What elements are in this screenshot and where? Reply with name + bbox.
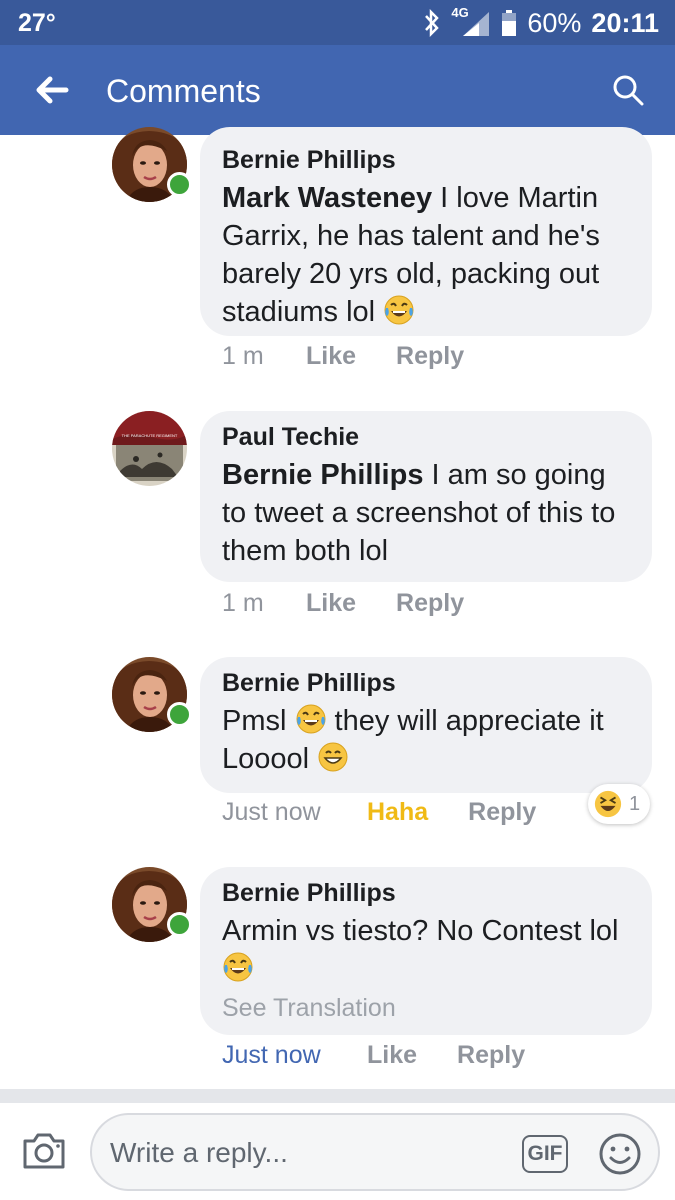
avatar[interactable] [112,657,192,732]
comment-body: Armin vs tiesto? No Contest lol [222,915,619,947]
gif-button[interactable]: GIF [522,1135,568,1173]
comment-author[interactable]: Bernie Phillips [222,878,630,908]
page-title: Comments [106,73,261,109]
tears-of-joy-emoji-icon [295,703,327,735]
avatar-caption: THE PARACHUTE REGIMENT [121,433,178,438]
comment-time: 1 m [222,589,264,617]
mention-link[interactable]: Mark Wasteney [222,182,432,214]
haha-emoji-icon [594,790,622,818]
comment-time: 1 m [222,342,264,370]
status-bar: 27° 4G 60% 20:11 [0,0,675,45]
reply-button[interactable]: Reply [396,589,464,618]
reply-input[interactable] [110,1135,510,1171]
camera-button[interactable] [20,1129,68,1173]
comment-text: Armin vs tiesto? No Contest lol [222,912,630,988]
see-translation-link[interactable]: See Translation [222,994,630,1023]
signal-icon: 4G [451,5,491,38]
comment-author[interactable]: Bernie Phillips [222,145,630,175]
comment-time: Just now [222,1041,321,1069]
haha-reaction-button[interactable]: Haha [367,798,428,827]
reaction-summary[interactable]: 1 [588,784,650,824]
avatar-image: THE PARACHUTE REGIMENT [112,411,187,486]
mention-link[interactable]: Bernie Phillips [222,459,423,491]
comment-actions: Just now Like Reply [222,1041,565,1070]
status-time: 20:11 [591,7,659,38]
comment-text: Mark Wasteney I love Martin Garrix, he h… [222,179,630,331]
comment-author[interactable]: Bernie Phillips [222,668,630,698]
comment-actions: Just now Haha Reply [222,798,576,827]
comment-bubble[interactable]: Bernie Phillips Pmsl they will appreciat… [200,657,652,793]
app-bar: Comments [0,45,675,135]
back-arrow-icon [36,76,69,104]
avatar[interactable] [112,127,192,202]
like-button[interactable]: Like [306,342,356,371]
comment-text: Bernie Phillips I am so going to tweet a… [222,456,630,570]
reply-button[interactable]: Reply [396,342,464,371]
camera-icon [23,1133,65,1169]
composer-divider [0,1089,675,1103]
avatar[interactable] [112,867,192,942]
comment-actions: 1 m Like Reply [222,342,504,371]
grinning-emoji-icon [317,741,349,773]
emoji-button[interactable] [598,1132,642,1176]
avatar[interactable]: THE PARACHUTE REGIMENT [112,411,187,486]
online-indicator [167,912,192,937]
search-button[interactable] [611,73,647,109]
like-button[interactable]: Like [306,589,356,618]
comment-time: Just now [222,798,321,826]
like-button[interactable]: Like [367,1041,417,1070]
online-indicator [167,172,192,197]
smiley-icon [599,1133,641,1175]
comment-bubble[interactable]: Bernie Phillips Mark Wasteney I love Mar… [200,127,652,336]
search-icon [613,75,644,106]
battery-level: 60% [527,7,582,38]
bluetooth-icon [423,9,441,37]
reply-composer: GIF [0,1103,675,1200]
reply-button[interactable]: Reply [468,798,536,827]
reply-button[interactable]: Reply [457,1041,525,1070]
comment-bubble[interactable]: Paul Techie Bernie Phillips I am so goin… [200,411,652,582]
comment-text: Pmsl they will appreciate it Looool [222,702,630,778]
comment-author[interactable]: Paul Techie [222,422,630,452]
tears-of-joy-emoji-icon [222,951,254,983]
status-temperature: 27° [18,9,56,37]
reaction-count: 1 [629,792,641,815]
battery-icon [501,9,517,37]
tears-of-joy-emoji-icon [383,294,415,326]
status-icons: 4G 60% 20:11 [423,5,659,39]
comment-bubble[interactable]: Bernie Phillips Armin vs tiesto? No Cont… [200,867,652,1035]
back-button[interactable] [30,70,74,110]
reply-box: GIF [90,1113,660,1191]
online-indicator [167,702,192,727]
comment-actions: 1 m Like Reply [222,589,504,618]
comment-body-start: Pmsl [222,705,295,737]
